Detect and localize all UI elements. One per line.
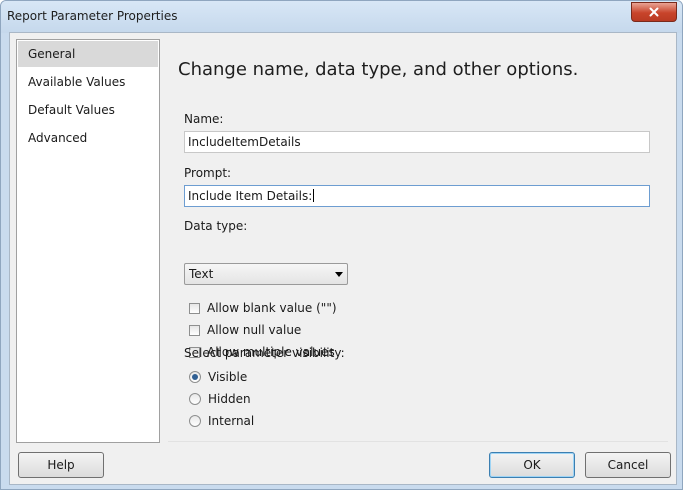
radio-label: Visible — [208, 370, 248, 384]
cancel-button[interactable]: Cancel — [585, 452, 671, 478]
ok-button[interactable]: OK — [489, 452, 575, 478]
checkbox-label: Allow null value — [207, 323, 302, 337]
data-type-label: Data type: — [184, 219, 248, 233]
visibility-visible-radio[interactable]: Visible — [189, 369, 247, 385]
close-icon — [649, 7, 659, 17]
text-caret — [313, 189, 315, 202]
checkbox-box[interactable] — [189, 324, 200, 336]
general-panel: Change name, data type, and other option… — [168, 39, 668, 442]
prompt-label: Prompt: — [184, 166, 232, 180]
page-nav: General Available Values Default Values … — [16, 39, 160, 443]
visibility-internal-radio[interactable]: Internal — [189, 413, 254, 429]
name-value: IncludeItemDetails — [188, 135, 301, 149]
radio-label: Internal — [208, 414, 255, 428]
dialog-window: Report Parameter Properties General Avai… — [0, 0, 683, 490]
visibility-hidden-radio[interactable]: Hidden — [189, 391, 251, 407]
data-type-value: Text — [189, 267, 214, 281]
radio-label: Hidden — [208, 392, 251, 406]
nav-item-label: Advanced — [28, 131, 88, 145]
nav-item-general[interactable]: General — [18, 41, 158, 67]
nav-item-label: General — [28, 47, 76, 61]
window-title: Report Parameter Properties — [7, 9, 178, 23]
dialog-body: General Available Values Default Values … — [9, 32, 677, 485]
checkbox-label: Allow blank value ("") — [207, 301, 337, 315]
nav-item-advanced[interactable]: Advanced — [18, 125, 158, 151]
checkbox-box[interactable] — [189, 302, 200, 314]
chevron-down-icon — [335, 272, 343, 277]
help-button[interactable]: Help — [18, 452, 104, 478]
prompt-input[interactable]: Include Item Details: — [184, 185, 650, 207]
data-type-select[interactable]: Text — [184, 263, 348, 285]
nav-item-label: Available Values — [28, 75, 126, 89]
prompt-value: Include Item Details: — [188, 189, 313, 203]
page-heading: Change name, data type, and other option… — [178, 59, 579, 80]
radio-button[interactable] — [189, 371, 201, 383]
name-label: Name: — [184, 112, 224, 126]
nav-item-default-values[interactable]: Default Values — [18, 97, 158, 123]
title-bar[interactable]: Report Parameter Properties — [1, 1, 682, 33]
allow-null-checkbox[interactable]: Allow null value — [189, 322, 301, 338]
radio-button[interactable] — [189, 415, 201, 427]
nav-item-label: Default Values — [28, 103, 115, 117]
allow-blank-checkbox[interactable]: Allow blank value ("") — [189, 300, 337, 316]
visibility-label: Select parameter visibility: — [184, 346, 345, 360]
name-input[interactable]: IncludeItemDetails — [184, 131, 650, 153]
nav-item-available-values[interactable]: Available Values — [18, 69, 158, 95]
radio-button[interactable] — [189, 393, 201, 405]
close-button[interactable] — [631, 2, 677, 22]
